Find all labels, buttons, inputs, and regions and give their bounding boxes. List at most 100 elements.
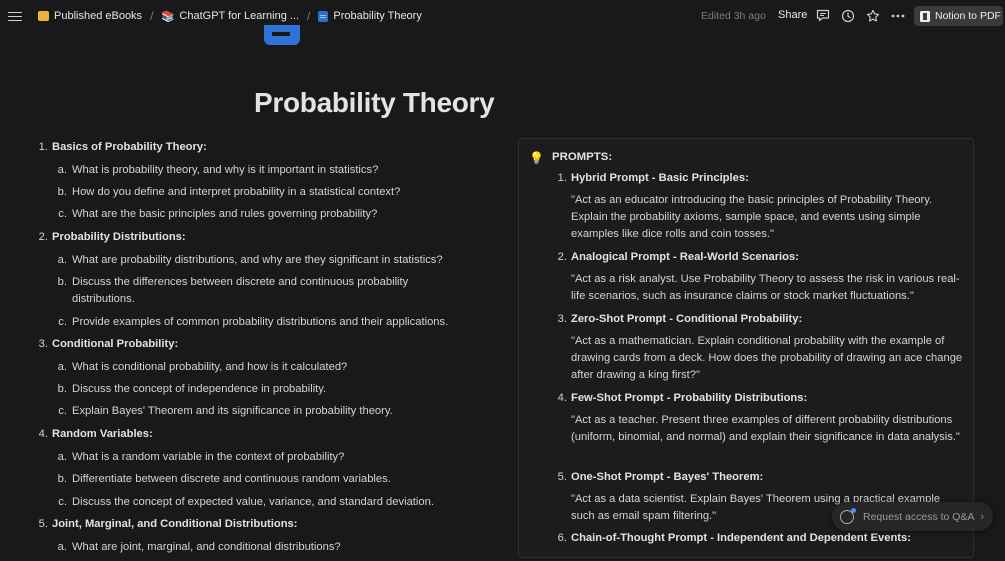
outline-subitem: a. What are joint, marginal, and conditio… <box>52 539 500 561</box>
prompt-title-row: 5. One-Shot Prompt - Bayes' Theorem: <box>553 469 965 491</box>
prompt-title-row: 2. Analogical Prompt - Real-World Scenari… <box>553 249 965 271</box>
page-title[interactable]: Probability Theory <box>254 87 495 119</box>
subitem-letter: a. <box>57 451 67 463</box>
qa-label: Request access to Q&A <box>863 510 975 523</box>
subitem-text: What is conditional probability, and how… <box>72 361 348 373</box>
outline-subitem: c. Explain Bayes' Theorem and its signifi… <box>52 403 500 426</box>
subitem-letter: a. <box>57 164 67 176</box>
notion-logo-icon <box>920 10 930 22</box>
prompt-number: 5. <box>557 471 567 483</box>
prompt-title-row: 1. Hybrid Prompt - Basic Principles: <box>553 170 965 192</box>
outline-item-title: Random Variables: <box>52 428 153 440</box>
subitem-letter: b. <box>57 473 67 485</box>
breadcrumb-item-published-ebooks[interactable]: Published eBooks <box>35 8 145 24</box>
prompt-title-row: 4. Few-Shot Prompt - Probability Distribu… <box>553 390 965 412</box>
outline-subitem: c. What are the basic principles and rule… <box>52 206 500 229</box>
lightbulb-icon[interactable]: 💡 <box>529 151 544 165</box>
breadcrumb-separator: / <box>150 9 154 23</box>
subitem-letter: c. <box>58 405 67 417</box>
edited-timestamp: Edited 3h ago <box>701 10 766 22</box>
outline-subitem: c. Discuss the concept of expected value,… <box>52 494 500 516</box>
prompt-title: Zero-Shot Prompt - Conditional Probabili… <box>571 313 803 325</box>
subitem-text: What are joint, marginal, and conditiona… <box>72 541 341 553</box>
outline-subitem: b. Discuss the differences between discre… <box>52 274 432 314</box>
outline-list: 1. Basics of Probability Theory: a. What … <box>30 139 500 561</box>
prompt-number: 1. <box>557 172 567 184</box>
history-clock-icon[interactable] <box>840 8 855 23</box>
folder-icon <box>38 11 49 21</box>
breadcrumb-label: Published eBooks <box>54 10 143 22</box>
qa-sparkle-icon <box>840 507 856 524</box>
sidebar-menu-icon[interactable] <box>8 9 22 23</box>
notion-to-pdf-label: Notion to PDF <box>935 10 1001 22</box>
outline-subitem: a. What are probability distributions, an… <box>52 252 500 274</box>
outline-subitem: c. Provide examples of common probability… <box>52 314 500 336</box>
outline-subitem: a. What is a random variable in the conte… <box>52 449 500 471</box>
subitem-letter: b. <box>57 186 67 198</box>
breadcrumb-separator: / <box>307 9 311 23</box>
outline-subitem: b. Differentiate between discrete and con… <box>52 471 500 494</box>
share-button[interactable]: Share <box>778 9 807 21</box>
outline-number: 5. <box>38 518 48 530</box>
subitem-letter: a. <box>57 361 67 373</box>
subitem-text: What are probability distributions, and … <box>72 254 443 266</box>
prompt-text: "Act as a mathematician. Explain conditi… <box>571 335 963 381</box>
page-document-icon[interactable] <box>262 25 302 47</box>
subitem-text: Differentiate between discrete and conti… <box>72 473 391 485</box>
subitem-letter: b. <box>57 383 67 395</box>
breadcrumb-label: ChatGPT for Learning ... <box>179 10 300 22</box>
outline-subitem: a. What is probability theory, and why is… <box>52 162 500 184</box>
prompt-title: One-Shot Prompt - Bayes' Theorem: <box>571 471 764 483</box>
prompt-number: 4. <box>557 392 567 404</box>
notion-to-pdf-button[interactable]: Notion to PDF <box>914 6 1003 26</box>
outline-item: 2. Probability Distributions: a. What are… <box>30 229 500 336</box>
top-bar: Published eBooks / 📚 ChatGPT for Learnin… <box>0 0 1005 32</box>
subitem-text: Discuss the differences between discrete… <box>72 276 409 305</box>
subitem-letter: a. <box>57 254 67 266</box>
favorite-star-icon[interactable] <box>865 8 880 23</box>
prompts-heading: PROMPTS: <box>552 151 613 163</box>
outline-item: 5. Joint, Marginal, and Conditional Dist… <box>30 516 500 561</box>
outline-item: 1. Basics of Probability Theory: a. What … <box>30 139 500 229</box>
outline-item-title: Basics of Probability Theory: <box>52 141 207 153</box>
comment-icon[interactable] <box>815 8 830 23</box>
prompt-title: Hybrid Prompt - Basic Principles: <box>571 172 749 184</box>
subitem-text: Provide examples of common probability d… <box>72 316 449 328</box>
subitem-letter: a. <box>57 541 67 553</box>
outline-number: 3. <box>38 338 48 350</box>
subitem-letter: c. <box>58 496 67 508</box>
document-icon <box>318 10 329 22</box>
subitem-text: What is a random variable in the context… <box>72 451 345 463</box>
request-qa-button[interactable]: Request access to Q&A › <box>832 502 993 531</box>
subitem-letter: b. <box>57 276 67 288</box>
subitem-letter: c. <box>58 316 67 328</box>
chevron-right-icon: › <box>980 510 984 523</box>
outline-number: 1. <box>38 141 48 153</box>
outline-subitem: a. What is conditional probability, and h… <box>52 359 500 381</box>
subitem-text: What is probability theory, and why is i… <box>72 164 379 176</box>
breadcrumb: Published eBooks / 📚 ChatGPT for Learnin… <box>35 0 425 32</box>
books-icon: 📚 <box>161 10 176 23</box>
subitem-text: Explain Bayes' Theorem and its significa… <box>72 405 393 417</box>
subitem-text: How do you define and interpret probabil… <box>72 186 401 198</box>
outline-item-title: Joint, Marginal, and Conditional Distrib… <box>52 518 298 530</box>
prompt-text: "Act as a risk analyst. Use Probability … <box>571 273 960 302</box>
subitem-text: Discuss the concept of independence in p… <box>72 383 327 395</box>
outline-number: 4. <box>38 428 48 440</box>
prompt-title: Chain-of-Thought Prompt - Independent an… <box>571 532 911 544</box>
outline-subitem: b. How do you define and interpret probab… <box>52 184 500 206</box>
outline-item-title: Probability Distributions: <box>52 231 186 243</box>
breadcrumb-item-probability-theory[interactable]: Probability Theory <box>315 8 424 24</box>
prompt-number: 6. <box>557 532 567 544</box>
outline-item: 3. Conditional Probability: a. What is co… <box>30 336 500 426</box>
prompt-text: "Act as a teacher. Present three example… <box>571 414 960 443</box>
outline-number: 2. <box>38 231 48 243</box>
breadcrumb-label: Probability Theory <box>333 10 422 22</box>
outline-item: 4. Random Variables: a. What is a random … <box>30 426 500 516</box>
breadcrumb-item-chatgpt-for-learning[interactable]: 📚 ChatGPT for Learning ... <box>158 8 302 25</box>
prompt-title-row: 3. Zero-Shot Prompt - Conditional Probabi… <box>553 311 965 333</box>
prompt-number: 3. <box>557 313 567 325</box>
more-options-icon[interactable] <box>890 8 905 23</box>
outline-item-title: Conditional Probability: <box>52 338 179 350</box>
prompt-number: 2. <box>557 251 567 263</box>
